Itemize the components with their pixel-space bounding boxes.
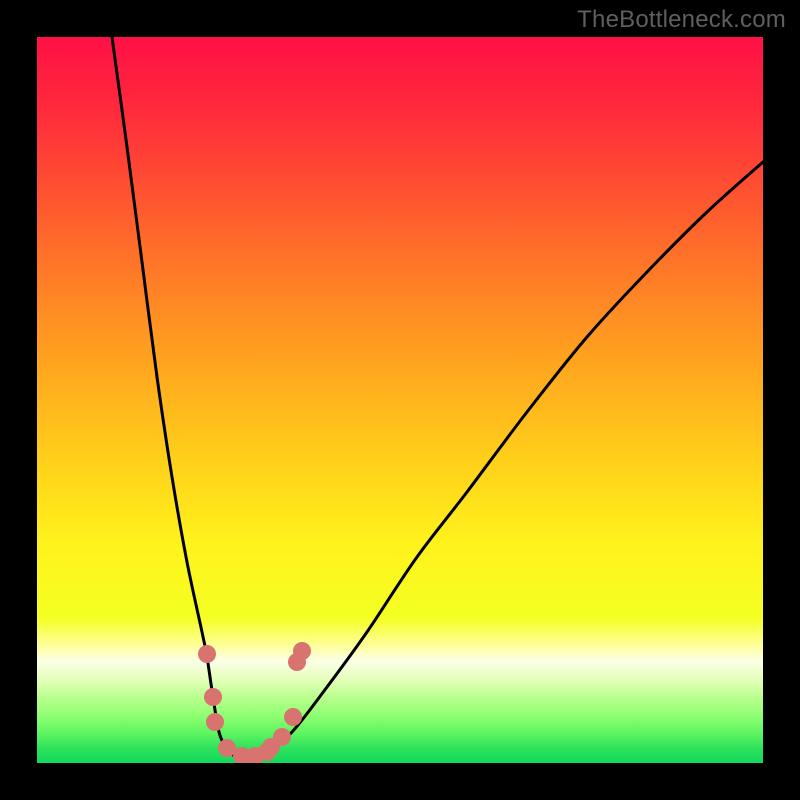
curve-marker [273,728,291,746]
curve-marker [293,642,311,660]
bottleneck-curve [37,37,763,763]
plot-area [37,37,763,763]
curve-marker [206,713,224,731]
curve-markers [198,642,311,763]
watermark-text: TheBottleneck.com [577,6,786,34]
chart-stage: TheBottleneck.com [0,0,800,800]
curve-marker [204,688,222,706]
curve-marker [198,645,216,663]
curve-marker [284,708,302,726]
